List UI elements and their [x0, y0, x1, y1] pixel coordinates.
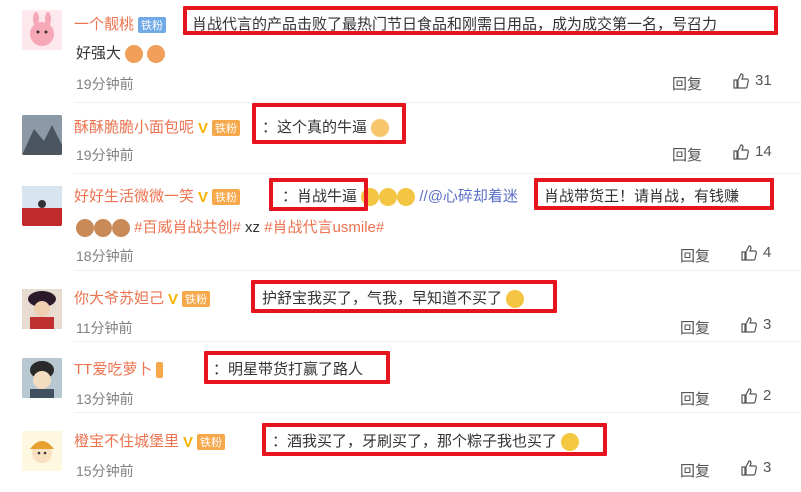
- emoji-icon: [125, 45, 144, 64]
- mention-link[interactable]: //@心碎却着迷: [419, 188, 518, 205]
- reply-button[interactable]: 回复: [672, 144, 702, 165]
- vip-icon: V: [168, 290, 179, 308]
- fan-badge: [156, 362, 164, 379]
- like-count: 4: [763, 244, 772, 261]
- username[interactable]: 好好生活微微一笑 V 铁粉: [74, 185, 241, 206]
- emoji-icon: [76, 219, 94, 238]
- like-button[interactable]: 4: [741, 244, 771, 261]
- thumbs-up-icon: [741, 316, 757, 333]
- vip-icon: V: [198, 188, 209, 206]
- like-count: 14: [755, 143, 772, 160]
- timestamp: 11分钟前: [76, 320, 133, 336]
- like-button[interactable]: 2: [741, 387, 771, 404]
- avatar[interactable]: [22, 115, 62, 155]
- comment-item: 你大爷苏妲己 V 铁粉 护舒宝我买了，气我，早知道不买了 11分钟前 回复 3: [0, 271, 801, 341]
- reply-button[interactable]: 回复: [680, 388, 710, 409]
- timestamp: 19分钟前: [76, 147, 134, 163]
- avatar[interactable]: [22, 431, 62, 471]
- comment-text-tags: #百威肖战共创# xz #肖战代言usmile#: [76, 216, 384, 238]
- fan-badge: 铁粉: [182, 291, 211, 308]
- comment-item: 酥酥脆脆小面包呢 V 铁粉 ：这个真的牛逼 19分钟前 回复 14: [0, 103, 801, 173]
- timestamp: 19分钟前: [76, 76, 134, 92]
- comment-item: 一个靓桃 铁粉 肖战代言的产品击败了最热门节日食品和刚需日用品，成为成交第一名，号…: [0, 0, 801, 102]
- emoji-icon: [94, 219, 112, 238]
- timestamp: 13分钟前: [76, 391, 134, 407]
- avatar[interactable]: [22, 186, 62, 226]
- like-count: 2: [763, 387, 772, 404]
- vip-icon: V: [198, 119, 209, 137]
- thumbs-up-icon: [733, 72, 749, 89]
- highlight-box: [534, 178, 774, 210]
- fan-badge: 铁粉: [197, 434, 226, 451]
- like-button[interactable]: 31: [733, 72, 772, 89]
- fan-badge: 铁粉: [212, 189, 241, 206]
- thumbs-up-icon: [741, 244, 757, 261]
- highlight-box: [251, 280, 557, 313]
- like-button[interactable]: 14: [733, 143, 772, 160]
- like-button[interactable]: 3: [741, 316, 771, 333]
- thumbs-up-icon: [741, 387, 757, 404]
- comment-text-continued: 好强大: [76, 42, 166, 64]
- hashtag-link[interactable]: #百威肖战共创#: [134, 219, 241, 236]
- avatar[interactable]: [22, 358, 62, 398]
- username[interactable]: 你大爷苏妲己 V 铁粉: [74, 287, 211, 308]
- avatar[interactable]: [22, 10, 62, 50]
- thumbs-up-icon: [741, 459, 757, 476]
- reply-button[interactable]: 回复: [680, 460, 710, 481]
- username[interactable]: 橙宝不住城堡里 V 铁粉: [74, 430, 226, 451]
- highlight-box: [183, 6, 778, 35]
- avatar[interactable]: [22, 289, 62, 329]
- comment-item: 好好生活微微一笑 V 铁粉 ：肖战牛逼 //@心碎却着迷 肖战带货王！请肖战，有钱赚…: [0, 174, 801, 270]
- comment-item: TT爱吃萝卜 ：明星带货打赢了路人 13分钟前 回复 2: [0, 342, 801, 412]
- highlight-box: [262, 423, 607, 456]
- reply-button[interactable]: 回复: [680, 317, 710, 338]
- username[interactable]: TT爱吃萝卜: [74, 358, 164, 379]
- like-count: 3: [763, 316, 772, 333]
- username[interactable]: 一个靓桃 铁粉: [74, 13, 167, 34]
- thumbs-up-icon: [733, 143, 749, 160]
- emoji-icon: [112, 219, 130, 238]
- reply-button[interactable]: 回复: [672, 73, 702, 94]
- highlight-box: [204, 351, 390, 384]
- like-button[interactable]: 3: [741, 459, 771, 476]
- reply-button[interactable]: 回复: [680, 245, 710, 266]
- highlight-box: [269, 178, 368, 211]
- vip-icon: V: [183, 433, 194, 451]
- emoji-icon: [379, 188, 398, 207]
- fan-badge: 铁粉: [138, 17, 167, 34]
- hashtag-link[interactable]: #肖战代言usmile#: [264, 219, 384, 236]
- highlight-box: [252, 103, 406, 144]
- emoji-icon: [147, 45, 166, 64]
- comment-item: 橙宝不住城堡里 V 铁粉 ：酒我买了，牙刷买了，那个粽子我也买了 15分钟前 回复 …: [0, 413, 801, 492]
- like-count: 3: [763, 459, 772, 476]
- username[interactable]: 酥酥脆脆小面包呢 V 铁粉: [74, 116, 241, 137]
- emoji-icon: [397, 188, 416, 207]
- fan-badge: 铁粉: [212, 120, 241, 137]
- timestamp: 15分钟前: [76, 463, 134, 479]
- timestamp: 18分钟前: [76, 248, 134, 264]
- like-count: 31: [755, 72, 772, 89]
